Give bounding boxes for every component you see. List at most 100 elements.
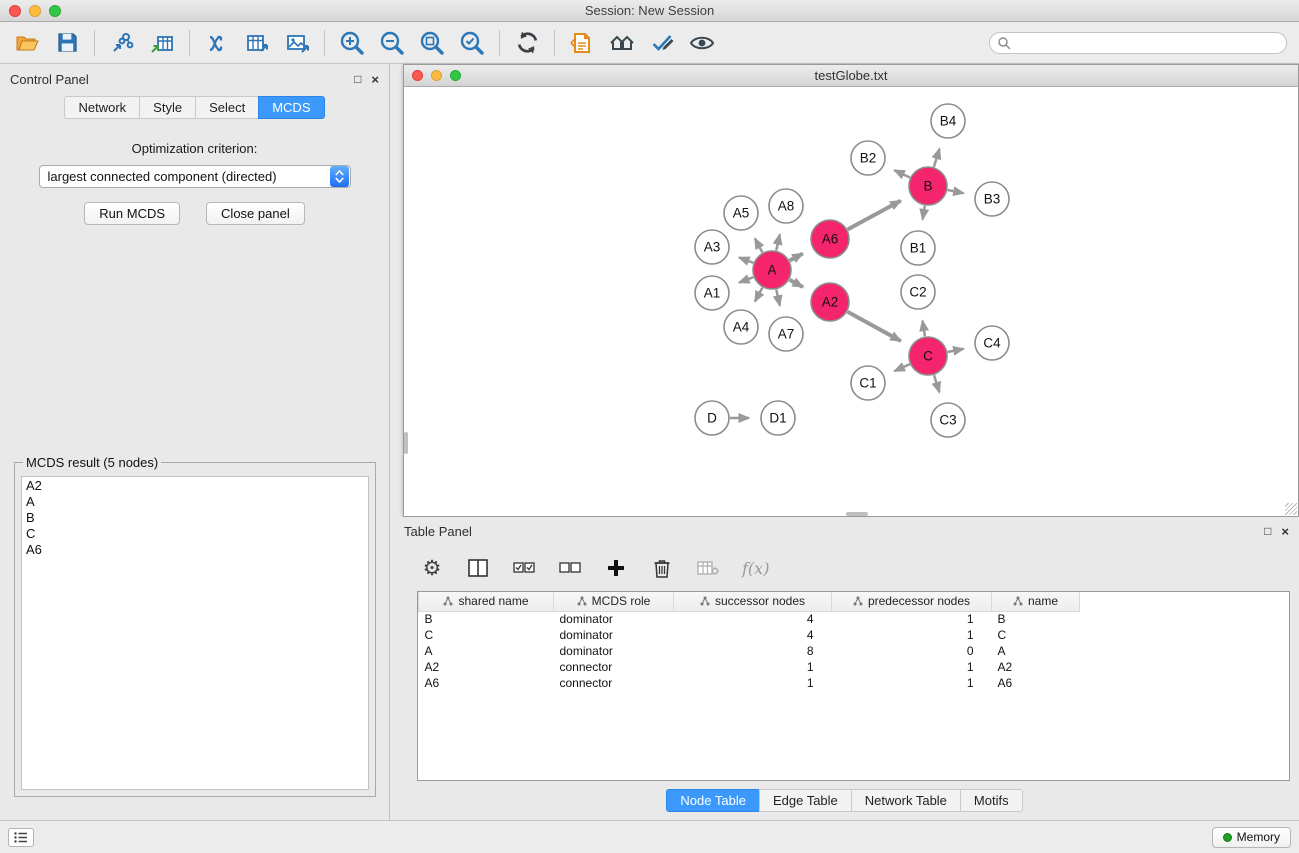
- result-item[interactable]: A6: [26, 542, 364, 558]
- close-panel-icon[interactable]: ×: [371, 73, 379, 86]
- dropdown-stepper-icon[interactable]: [330, 166, 349, 187]
- vertical-scrollbar[interactable]: [404, 432, 408, 454]
- delete-column-trash-icon[interactable]: [650, 556, 674, 580]
- deselect-all-columns-icon[interactable]: [558, 556, 582, 580]
- network-canvas[interactable]: B4B2BB3A5A8A6B1A3AA1C2A2A4A7C4C1CC3DD1: [404, 87, 1298, 516]
- show-columns-icon[interactable]: [466, 556, 490, 580]
- node-A1[interactable]: A1: [695, 276, 729, 310]
- edge-C-C2[interactable]: [923, 321, 925, 337]
- node-A2[interactable]: A2: [811, 283, 849, 321]
- annotation-pen-icon[interactable]: [649, 30, 675, 56]
- edge-B-B3[interactable]: [948, 190, 964, 193]
- node-B[interactable]: B: [909, 167, 947, 205]
- tab-motifs[interactable]: Motifs: [960, 789, 1023, 812]
- node-A4[interactable]: A4: [724, 310, 758, 344]
- memory-button[interactable]: Memory: [1212, 827, 1291, 848]
- node-B4[interactable]: B4: [931, 104, 965, 138]
- show-hide-eye-icon[interactable]: [689, 30, 715, 56]
- optimization-criterion-dropdown[interactable]: largest connected component (directed): [39, 165, 351, 188]
- float-panel-icon[interactable]: □: [354, 73, 361, 85]
- zoom-in-icon[interactable]: [339, 30, 365, 56]
- edge-A-A2[interactable]: [790, 280, 803, 287]
- edge-B-B2[interactable]: [894, 170, 910, 177]
- edge-A6-B[interactable]: [848, 201, 901, 230]
- node-A[interactable]: A: [753, 251, 791, 289]
- column-header[interactable]: shared name: [419, 592, 554, 611]
- node-A6[interactable]: A6: [811, 220, 849, 258]
- edge-A-A4[interactable]: [755, 288, 763, 302]
- new-table-icon[interactable]: [244, 30, 270, 56]
- table-row[interactable]: A2connector11A2: [419, 659, 1080, 675]
- zoom-selected-icon[interactable]: [459, 30, 485, 56]
- float-table-panel-icon[interactable]: □: [1264, 525, 1271, 537]
- open-session-icon[interactable]: [14, 30, 40, 56]
- edge-A-A8[interactable]: [776, 234, 780, 250]
- zoom-out-icon[interactable]: [379, 30, 405, 56]
- node-B2[interactable]: B2: [851, 141, 885, 175]
- function-builder-icon[interactable]: f(x): [742, 559, 769, 578]
- run-mcds-button[interactable]: Run MCDS: [84, 202, 180, 225]
- table-row[interactable]: Cdominator41C: [419, 627, 1080, 643]
- tab-network-table[interactable]: Network Table: [851, 789, 961, 812]
- resize-grip[interactable]: [1285, 503, 1297, 515]
- search-input[interactable]: [989, 32, 1287, 54]
- edge-A-A3[interactable]: [739, 257, 753, 262]
- tab-style[interactable]: Style: [139, 96, 196, 119]
- node-B1[interactable]: B1: [901, 231, 935, 265]
- column-header[interactable]: successor nodes: [674, 592, 832, 611]
- edge-A-A6[interactable]: [790, 254, 803, 261]
- node-D[interactable]: D: [695, 401, 729, 435]
- edge-B-B1[interactable]: [923, 206, 925, 220]
- import-table-icon[interactable]: [149, 30, 175, 56]
- mcds-result-list[interactable]: A2ABCA6: [21, 476, 369, 790]
- export-image-icon[interactable]: [284, 30, 310, 56]
- horizontal-scrollbar[interactable]: [846, 512, 868, 516]
- table-row[interactable]: Adominator80A: [419, 643, 1080, 659]
- table-settings-gear-icon[interactable]: ⚙: [420, 556, 444, 580]
- network-from-selection-icon[interactable]: [204, 30, 230, 56]
- edge-A-A5[interactable]: [755, 239, 763, 253]
- node-C3[interactable]: C3: [931, 403, 965, 437]
- table-row[interactable]: Bdominator41B: [419, 611, 1080, 627]
- tab-mcds[interactable]: MCDS: [258, 96, 324, 119]
- edge-A-A1[interactable]: [739, 277, 753, 282]
- node-A5[interactable]: A5: [724, 196, 758, 230]
- edge-C-C4[interactable]: [948, 349, 964, 352]
- edge-A2-C[interactable]: [848, 312, 901, 341]
- column-header[interactable]: predecessor nodes: [832, 592, 992, 611]
- close-panel-button[interactable]: Close panel: [206, 202, 305, 225]
- result-item[interactable]: B: [26, 510, 364, 526]
- apply-layout-icon[interactable]: [514, 30, 540, 56]
- node-A8[interactable]: A8: [769, 189, 803, 223]
- result-item[interactable]: A2: [26, 478, 364, 494]
- edge-C-C1[interactable]: [894, 364, 909, 371]
- tab-node-table[interactable]: Node Table: [666, 789, 760, 812]
- result-item[interactable]: A: [26, 494, 364, 510]
- delete-table-icon[interactable]: [696, 556, 720, 580]
- tab-edge-table[interactable]: Edge Table: [759, 789, 852, 812]
- edge-B-B4[interactable]: [934, 149, 940, 167]
- table-row[interactable]: A6connector11A6: [419, 675, 1080, 691]
- task-history-button[interactable]: [8, 828, 34, 847]
- edge-C-C3[interactable]: [934, 375, 939, 392]
- zoom-fit-icon[interactable]: [419, 30, 445, 56]
- tab-network[interactable]: Network: [64, 96, 140, 119]
- node-D1[interactable]: D1: [761, 401, 795, 435]
- close-table-panel-icon[interactable]: ×: [1281, 525, 1289, 538]
- node-C2[interactable]: C2: [901, 275, 935, 309]
- node-C1[interactable]: C1: [851, 366, 885, 400]
- node-table-container[interactable]: shared nameMCDS rolesuccessor nodesprede…: [417, 591, 1290, 781]
- column-header[interactable]: name: [992, 592, 1080, 611]
- network-window-titlebar[interactable]: testGlobe.txt: [404, 65, 1298, 87]
- home-networks-icon[interactable]: [609, 30, 635, 56]
- node-B3[interactable]: B3: [975, 182, 1009, 216]
- import-network-icon[interactable]: [109, 30, 135, 56]
- node-A7[interactable]: A7: [769, 317, 803, 351]
- node-C[interactable]: C: [909, 337, 947, 375]
- create-column-plus-icon[interactable]: [604, 556, 628, 580]
- node-A3[interactable]: A3: [695, 230, 729, 264]
- edge-A-A7[interactable]: [776, 290, 780, 306]
- save-session-icon[interactable]: [54, 30, 80, 56]
- select-all-columns-icon[interactable]: [512, 556, 536, 580]
- tab-select[interactable]: Select: [195, 96, 259, 119]
